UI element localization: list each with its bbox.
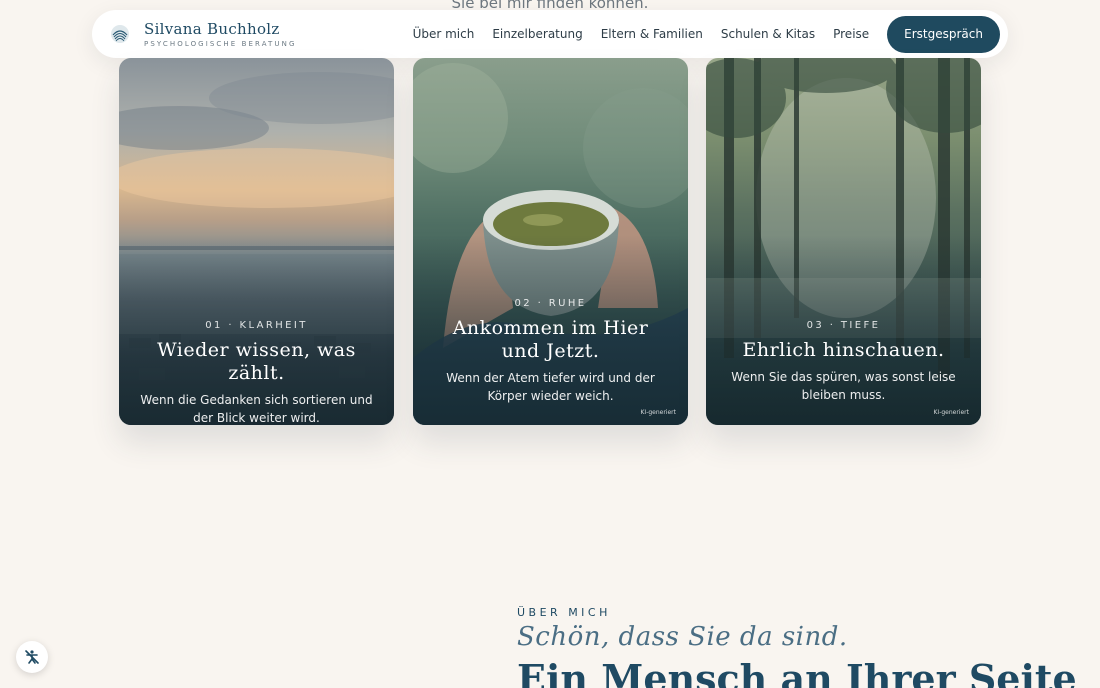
card-kicker: 02 · RUHE: [514, 298, 587, 309]
shell-logo-icon: [111, 25, 129, 43]
accessibility-off-icon: [25, 650, 39, 664]
erstgespraech-button[interactable]: Erstgespräch: [887, 15, 1000, 53]
ai-generated-badge: KI-generiert: [933, 409, 969, 416]
brand-name: Silvana Buchholz: [144, 19, 280, 38]
card-title: Ankommen im Hier und Jetzt.: [452, 317, 649, 362]
card-content: 01 · KLARHEIT Wieder wissen, was zählt. …: [137, 320, 376, 425]
about-kicker: ÜBER MICH: [517, 606, 611, 619]
accessibility-button[interactable]: [16, 641, 48, 673]
brand[interactable]: Silvana Buchholz PSYCHOLOGISCHE BERATUNG: [110, 19, 297, 48]
about-script-heading: Schön, dass Sie da sind.: [517, 622, 848, 652]
card-content: 03 · TIEFE Ehrlich hinschauen. Wenn Sie …: [724, 320, 963, 404]
nav-link-einzelberatung[interactable]: Einzelberatung: [492, 27, 582, 41]
card-content: 02 · RUHE Ankommen im Hier und Jetzt. We…: [431, 298, 670, 405]
card-text: Wenn der Atem tiefer wird und der Körper…: [446, 371, 655, 403]
card-kicker: 03 · TIEFE: [806, 320, 881, 331]
about-title: Ein Mensch an Ihrer Seite: [517, 656, 1077, 688]
card-ruhe[interactable]: 02 · RUHE Ankommen im Hier und Jetzt. We…: [413, 58, 688, 425]
nav-links: Über mich Einzelberatung Eltern & Famili…: [413, 15, 1008, 53]
nav-link-ueber-mich[interactable]: Über mich: [413, 27, 475, 41]
nav-link-schulen-kitas[interactable]: Schulen & Kitas: [721, 27, 815, 41]
card-text: Wenn die Gedanken sich sortieren und der…: [140, 393, 373, 425]
ai-generated-badge: KI-generiert: [640, 409, 676, 416]
card-title: Ehrlich hinschauen.: [742, 339, 945, 361]
nav-link-eltern-familien[interactable]: Eltern & Familien: [601, 27, 703, 41]
card-title: Wieder wissen, was zählt.: [157, 339, 356, 384]
main-navigation: Silvana Buchholz PSYCHOLOGISCHE BERATUNG…: [92, 10, 1008, 58]
nav-link-preise[interactable]: Preise: [833, 27, 869, 41]
card-kicker: 01 · KLARHEIT: [205, 320, 308, 331]
card-klarheit[interactable]: 01 · KLARHEIT Wieder wissen, was zählt. …: [119, 58, 394, 425]
card-text: Wenn Sie das spüren, was sonst leise ble…: [731, 370, 956, 402]
brand-subtitle: PSYCHOLOGISCHE BERATUNG: [144, 39, 297, 48]
card-tiefe[interactable]: 03 · TIEFE Ehrlich hinschauen. Wenn Sie …: [706, 58, 981, 425]
